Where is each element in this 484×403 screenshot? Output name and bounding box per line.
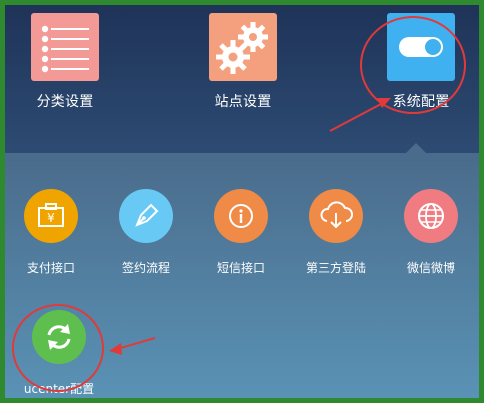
tile-label: 分类设置 bbox=[36, 94, 94, 110]
weibo-icon-circle bbox=[404, 189, 458, 243]
sms-icon-circle bbox=[214, 189, 268, 243]
third-party-icon-circle bbox=[309, 189, 363, 243]
item-wechat-weibo[interactable]: 微信微博 bbox=[385, 189, 477, 281]
refresh-icon bbox=[47, 324, 71, 350]
toggle-icon bbox=[399, 37, 443, 57]
wallet-icon: ¥ bbox=[38, 203, 64, 227]
payment-icon-circle: ¥ bbox=[24, 189, 78, 243]
tile-category-settings[interactable]: 分类设置 bbox=[19, 13, 111, 123]
globe-icon bbox=[418, 203, 444, 229]
ucenter-icon-circle bbox=[32, 310, 86, 364]
item-label: 微信微博 bbox=[406, 261, 455, 275]
tile-label: 站点设置 bbox=[214, 94, 272, 110]
category-tile bbox=[31, 13, 99, 81]
item-sms-interface[interactable]: 短信接口 bbox=[195, 189, 287, 281]
tile-system-config[interactable]: 系统配置 bbox=[375, 13, 467, 123]
signing-icon-circle bbox=[119, 189, 173, 243]
item-label: 支付接口 bbox=[26, 261, 75, 275]
info-icon bbox=[229, 204, 253, 228]
item-label: 签约流程 bbox=[121, 261, 170, 275]
site-tile bbox=[209, 13, 277, 81]
item-label: 短信接口 bbox=[216, 261, 265, 275]
gears-icon bbox=[216, 22, 268, 74]
tile-site-settings[interactable]: 站点设置 bbox=[197, 13, 289, 123]
app-frame: 分类设置 站点设置 系统配置 ¥ 支付接口 签约流程 短信接口 第三方登陆 微信… bbox=[0, 0, 484, 403]
svg-text:¥: ¥ bbox=[47, 211, 55, 225]
tile-label: 系统配置 bbox=[392, 94, 450, 110]
item-signing-process[interactable]: 签约流程 bbox=[100, 189, 192, 281]
item-label: ucenter配置 bbox=[23, 382, 95, 396]
item-ucenter-config[interactable]: ucenter配置 bbox=[13, 310, 105, 398]
item-label: 第三方登陆 bbox=[305, 261, 366, 275]
list-icon bbox=[41, 25, 89, 73]
item-payment-interface[interactable]: ¥ 支付接口 bbox=[5, 189, 97, 281]
panel-pointer bbox=[406, 143, 426, 153]
pen-icon bbox=[135, 203, 159, 227]
cloud-download-icon bbox=[320, 201, 353, 229]
system-tile bbox=[387, 13, 455, 81]
item-third-party-login[interactable]: 第三方登陆 bbox=[290, 189, 382, 281]
